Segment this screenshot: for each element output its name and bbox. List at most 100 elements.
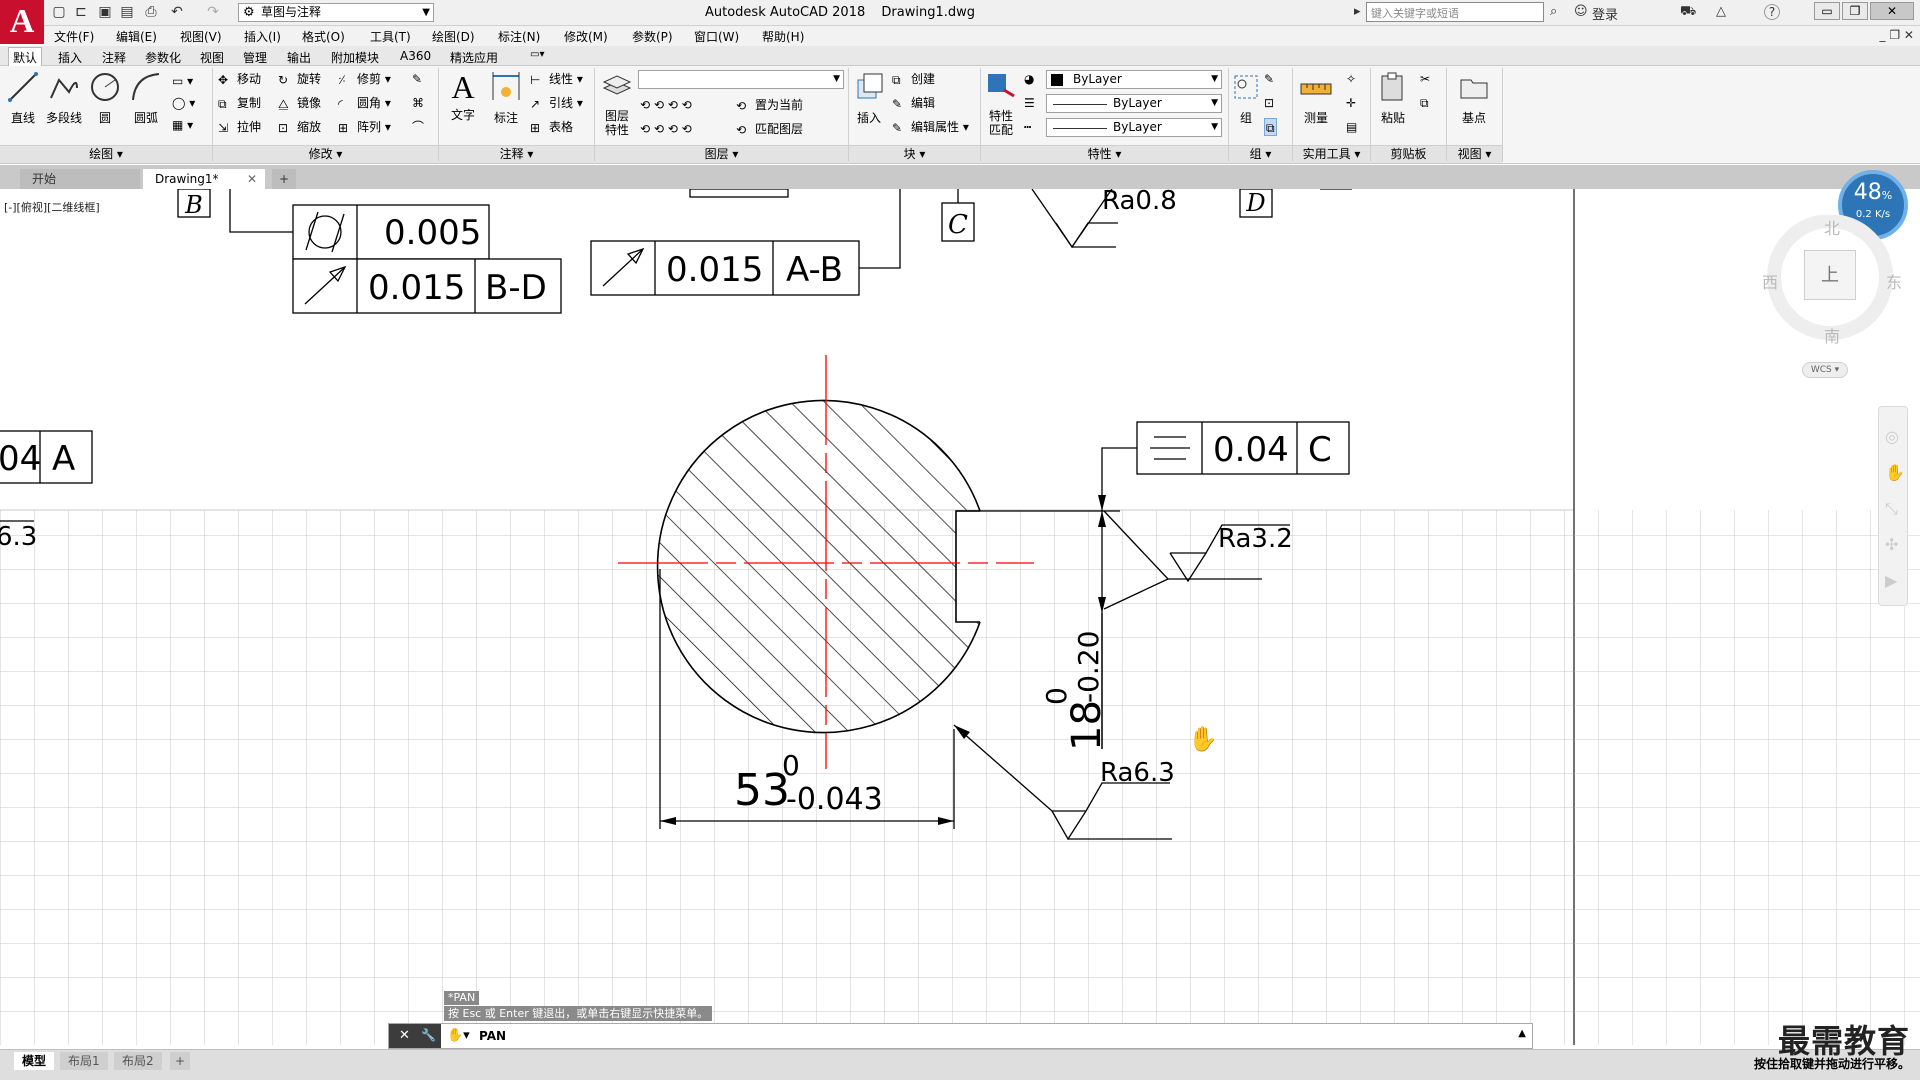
wcs-menu[interactable]: WCS ▾ (1802, 362, 1848, 378)
doc-window-controls[interactable]: _ ❐ ✕ (1880, 28, 1914, 42)
paste-tool[interactable]: 粘贴 (1376, 70, 1410, 126)
leader-tool[interactable]: ↗ 引线 ▾ (530, 94, 583, 112)
lineweight-dropdown[interactable]: ByLayer ▼ (1046, 118, 1222, 137)
table-tool[interactable]: ⊞ 表格 (530, 118, 573, 136)
zoom-extents-icon[interactable]: ⤡ (1885, 499, 1898, 519)
drawing-viewport[interactable]: B 0.005 0.015 B-D 0.015 A-B C Ra0.8 D 04… (0, 189, 1920, 1045)
tab-featured[interactable]: 精选应用 (446, 48, 502, 67)
menu-insert[interactable]: 插入(I) (244, 28, 281, 45)
menu-dimension[interactable]: 标注(N) (498, 28, 540, 45)
polyline-tool[interactable]: 多段线 (44, 70, 84, 126)
orbit-icon[interactable]: ✣ (1885, 535, 1898, 554)
cart-icon[interactable]: ⛟ (1680, 4, 1696, 21)
add-layout-plus-icon[interactable]: + (170, 1052, 191, 1070)
command-line[interactable]: ✕ 🔧 ✋▾ PAN ▲ (388, 1023, 1533, 1049)
tab-output[interactable]: 输出 (283, 48, 315, 67)
layer-properties-tool[interactable]: 图层 特性 (600, 70, 634, 137)
offset-icon[interactable]: ⌒ (412, 118, 424, 136)
menu-window[interactable]: 窗口(W) (694, 28, 739, 45)
viewport-controls-label[interactable]: [-][俯视][二维线框] (4, 199, 100, 215)
search-input[interactable]: 键入关键字或短语 (1366, 2, 1544, 22)
tab-parametric[interactable]: 参数化 (141, 48, 185, 67)
close-icon[interactable]: ✕ (1870, 2, 1914, 20)
menu-help[interactable]: 帮助(H) (762, 28, 804, 45)
ellipse-icon[interactable]: ◯ ▾ (172, 94, 195, 112)
feature-control-frame-symmetry[interactable]: 0.04 C (1136, 421, 1350, 475)
layer-tool-icons[interactable]: ⟲ ⟲ ⟲ ⟲ (640, 120, 692, 138)
group-select-icon[interactable]: ⧉ (1264, 118, 1277, 136)
customize-wrench-icon[interactable]: 🔧 (421, 1028, 436, 1042)
match-properties-tool[interactable]: 特性 匹配 (984, 70, 1018, 137)
stretch-tool[interactable]: ⇲ 拉伸 (218, 118, 261, 136)
copy-clip-icon[interactable]: ⧉ (1420, 94, 1429, 112)
tab-addins[interactable]: 附加模块 (327, 48, 383, 67)
signin-link[interactable]: 登录 (1592, 4, 1618, 23)
rectangle-icon[interactable]: ▭ ▾ (172, 72, 193, 90)
quick-select-icon[interactable]: ✧ (1346, 70, 1356, 88)
menu-modify[interactable]: 修改(M) (564, 28, 608, 45)
draw-panel-title[interactable]: 绘图 ▾ (0, 145, 212, 163)
measure-tool[interactable]: 测量 (1298, 70, 1334, 126)
groups-panel-title[interactable]: 组 ▾ (1229, 145, 1292, 163)
line-tool[interactable]: 直线 (6, 70, 40, 126)
erase-icon[interactable]: ✎ (412, 70, 422, 88)
new-tab-plus-icon[interactable]: + (272, 169, 296, 189)
tab-drawing1[interactable]: Drawing1* ✕ (143, 169, 265, 189)
showmotion-icon[interactable]: ▶ (1885, 571, 1897, 590)
tab-model[interactable]: 模型 (14, 1052, 55, 1070)
steering-wheel-icon[interactable]: ◎ (1885, 427, 1899, 446)
tab-start[interactable]: 开始 (20, 169, 140, 189)
trim-tool[interactable]: ⸓ 修剪 ▾ (338, 70, 391, 88)
layer-state-icons[interactable]: ⟲ ⟲ ⟲ ⟲ (640, 96, 692, 114)
mirror-tool[interactable]: ⧋ 镜像 (278, 94, 321, 112)
drawing-canvas[interactable]: B 0.005 0.015 B-D 0.015 A-B C Ra0.8 D 04… (0, 189, 1920, 1045)
color-wheel-icon[interactable]: ◕ (1024, 70, 1034, 88)
move-tool[interactable]: ✥ 移动 (218, 70, 261, 88)
help-icon[interactable]: ? (1764, 4, 1780, 20)
edit-block-tool[interactable]: ✎ 编辑 (892, 94, 935, 112)
ribbon-toggle-icon[interactable]: ▭▾ (526, 48, 548, 61)
color-dropdown[interactable]: ByLayer ▼ (1046, 70, 1222, 89)
tab-manage[interactable]: 管理 (239, 48, 271, 67)
tab-layout2[interactable]: 布局2 (114, 1052, 162, 1070)
restore-icon[interactable]: ❐ (1842, 2, 1868, 20)
history-up-icon[interactable]: ▲ (1518, 1028, 1526, 1039)
feature-control-frame-left[interactable]: 04 A (0, 430, 93, 484)
menu-view[interactable]: 视图(V) (180, 28, 222, 45)
compass-east[interactable]: 东 (1886, 269, 1902, 293)
tab-insert[interactable]: 插入 (54, 48, 86, 67)
viewcube[interactable]: 北 西 东 南 上 (1750, 214, 1910, 375)
scale-tool[interactable]: ⊡ 缩放 (278, 118, 321, 136)
lineweight-icon[interactable]: ┅ (1024, 118, 1031, 136)
menu-tools[interactable]: 工具(T) (370, 28, 411, 45)
feature-control-frame-runout-bd[interactable]: 0.015 B-D (292, 258, 562, 314)
base-view-tool[interactable]: 基点 (1456, 70, 1492, 126)
edit-attr-tool[interactable]: ✎ 编辑属性 ▾ (892, 118, 969, 136)
group-edit-icon[interactable]: ⊡ (1264, 94, 1274, 112)
tab-default[interactable]: 默认 (8, 47, 43, 66)
ungroup-icon[interactable]: ✎ (1264, 70, 1274, 88)
explode-icon[interactable]: ⌘ (412, 94, 424, 112)
layers-panel-title[interactable]: 图层 ▾ (595, 145, 848, 163)
menu-edit[interactable]: 编辑(E) (116, 28, 157, 45)
user-icon[interactable]: ☺ (1574, 4, 1588, 19)
text-tool[interactable]: A 文字 (446, 70, 480, 123)
tab-annotate[interactable]: 注释 (98, 48, 130, 67)
properties-panel-title[interactable]: 特性 ▾ (981, 145, 1228, 163)
menu-draw[interactable]: 绘图(D) (432, 28, 475, 45)
copy-tool[interactable]: ⧉ 复制 (218, 94, 261, 112)
utilities-panel-title[interactable]: 实用工具 ▾ (1293, 145, 1370, 163)
minimize-icon[interactable]: ▭ (1814, 2, 1840, 20)
pan-icon[interactable]: ✋ (1885, 463, 1905, 482)
modify-panel-title[interactable]: 修改 ▾ (213, 145, 438, 163)
linear-tool[interactable]: ⊢ 线性 ▾ (530, 70, 583, 88)
group-tool[interactable]: 组 (1232, 70, 1260, 126)
dimension-tool[interactable]: 标注 (488, 70, 524, 126)
layer-dropdown[interactable]: ▼ (638, 70, 844, 89)
set-current-tool[interactable]: ⟲ 置为当前 (736, 96, 803, 114)
annotation-panel-title[interactable]: 注释 ▾ (439, 145, 594, 163)
close-command-icon[interactable]: ✕ (399, 1028, 410, 1043)
cut-icon[interactable]: ✂ (1420, 70, 1430, 88)
application-menu-button[interactable]: A (0, 0, 44, 44)
search-chevron-icon[interactable]: ▸ (1354, 4, 1361, 19)
